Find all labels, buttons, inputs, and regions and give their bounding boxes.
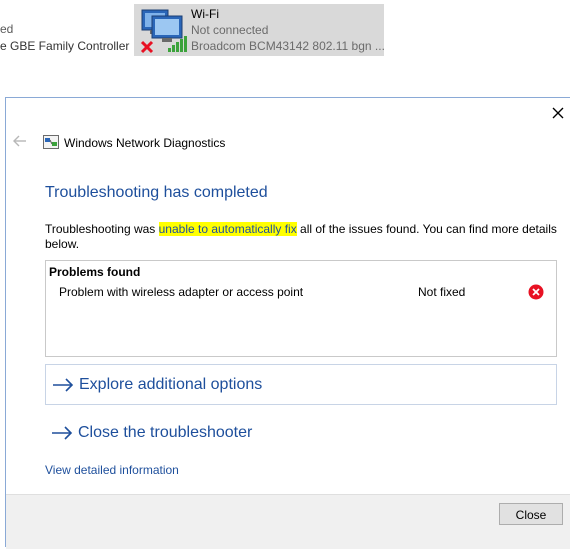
problems-found-panel: Problems found Problem with wireless ada…: [45, 260, 557, 357]
close-troubleshooter-label: Close the troubleshooter: [78, 424, 253, 441]
network-connections-background: ed e GBE Family Controller Wi-Fi Not con…: [0, 0, 570, 70]
description-start: Troubleshooting was: [45, 222, 159, 236]
close-button[interactable]: Close: [499, 503, 563, 525]
problem-row: Problem with wireless adapter or access …: [46, 283, 556, 305]
page-title: Troubleshooting has completed: [45, 184, 268, 201]
network-diagnostics-dialog: Windows Network Diagnostics Troubleshoot…: [5, 97, 570, 549]
view-detailed-information-link[interactable]: View detailed information: [45, 463, 179, 477]
highlighted-text: unable to automatically fix: [158, 222, 297, 236]
problem-name: Problem with wireless adapter or access …: [59, 285, 304, 299]
dialog-footer: Close: [6, 494, 570, 549]
ethernet-status-text: ed: [0, 22, 14, 36]
close-icon[interactable]: [550, 105, 566, 121]
wifi-device: Broadcom BCM43142 802.11 bgn ...: [191, 39, 385, 53]
result-description: Troubleshooting was unable to automatica…: [45, 222, 565, 252]
right-arrow-icon: [53, 378, 74, 392]
problems-header: Problems found: [49, 265, 141, 279]
right-arrow-icon: [52, 426, 73, 440]
disconnected-x-icon: [140, 40, 154, 54]
network-diagnostics-icon: [43, 135, 59, 149]
wifi-adapter-icon: [140, 9, 187, 54]
explore-options-link[interactable]: Explore additional options: [45, 364, 557, 405]
close-troubleshooter-link[interactable]: Close the troubleshooter: [45, 413, 557, 451]
wifi-name: Wi-Fi: [191, 7, 219, 21]
error-icon: [528, 284, 544, 300]
problem-status: Not fixed: [418, 285, 466, 299]
ethernet-device-text: e GBE Family Controller: [0, 39, 130, 53]
explore-options-label: Explore additional options: [79, 376, 263, 393]
wifi-connection-item[interactable]: Wi-Fi Not connected Broadcom BCM43142 80…: [134, 4, 385, 56]
wifi-status: Not connected: [191, 23, 269, 37]
app-title: Windows Network Diagnostics: [64, 136, 226, 150]
back-arrow-icon[interactable]: [13, 134, 27, 148]
